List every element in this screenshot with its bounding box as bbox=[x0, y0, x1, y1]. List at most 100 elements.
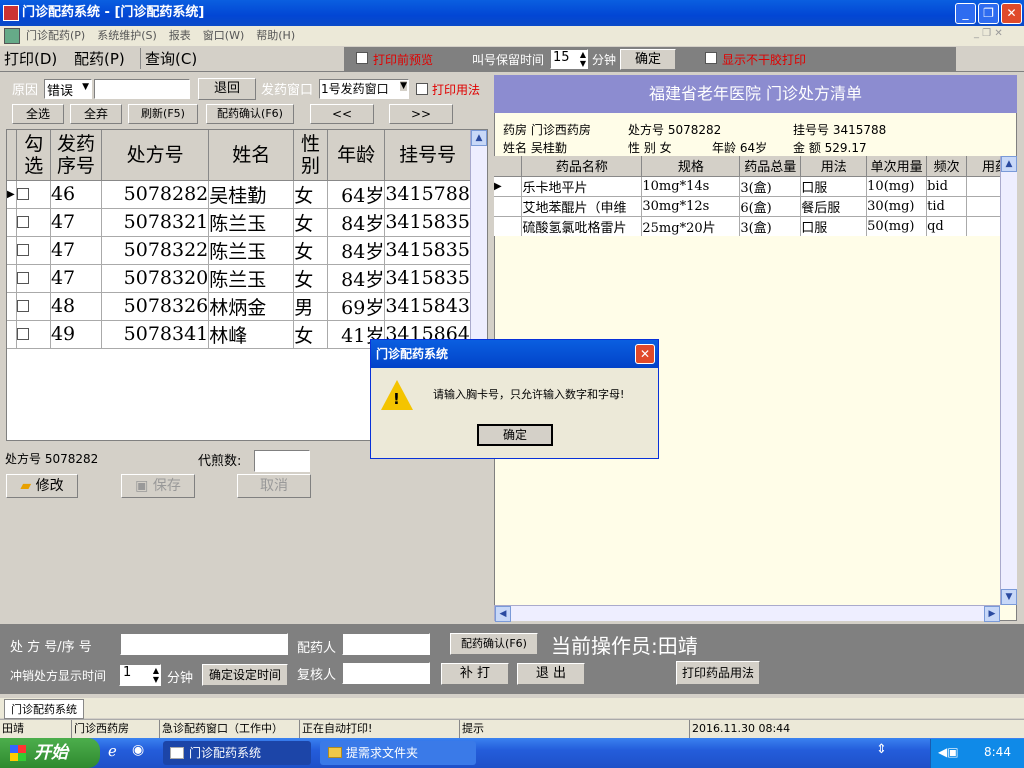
refund-time-value: 1 bbox=[123, 665, 132, 680]
dispense-confirm-button[interactable]: 配药确认(F6) bbox=[206, 104, 294, 124]
column-header: 发药序号 bbox=[50, 130, 103, 181]
dispense-window-select[interactable]: 1号发药窗口 ▼ bbox=[319, 79, 409, 99]
show-label-print-checkbox[interactable] bbox=[705, 52, 717, 64]
restore-icon[interactable]: ❐ bbox=[978, 3, 999, 24]
row-checkbox[interactable] bbox=[17, 216, 30, 228]
scroll-left-icon[interactable]: ◀ bbox=[495, 606, 511, 622]
dialog-close-icon[interactable]: ✕ bbox=[635, 344, 655, 364]
taskbar-item-label: 门诊配药系统 bbox=[189, 746, 262, 760]
reason-input[interactable] bbox=[94, 79, 190, 99]
network-icon[interactable]: ◀▣ bbox=[938, 745, 959, 759]
menu-item[interactable]: 系统维护(S) bbox=[97, 29, 157, 42]
row-checkbox[interactable] bbox=[17, 300, 30, 312]
cell: 10(mg) bbox=[866, 176, 928, 197]
drug-table: 药品名称 规格 药品总量 用法 单次用量 频次 用药 ▶乐卡地平片10mg*14… bbox=[494, 156, 1000, 236]
prev-button[interactable]: << bbox=[310, 104, 374, 124]
panel-hscrollbar[interactable]: ◀ ▶ bbox=[494, 605, 1000, 622]
table-row[interactable]: 48 5078326 林炳金男 69岁 3415843 bbox=[7, 292, 471, 321]
quicklaunch-icon[interactable]: ◉ bbox=[132, 742, 144, 758]
dialog-message: 请输入胸卡号，只允许输入数字和字母! bbox=[433, 388, 625, 401]
cell: 69岁 bbox=[327, 292, 386, 321]
confirm-button[interactable]: 确定 bbox=[620, 49, 676, 70]
table-row[interactable]: 47 5078321 陈兰玉女 84岁 3415835 bbox=[7, 208, 471, 237]
print-preview-checkbox[interactable] bbox=[356, 52, 368, 64]
menu-item[interactable]: 帮助(H) bbox=[256, 29, 295, 42]
menu-item[interactable]: 报表 bbox=[169, 29, 191, 42]
cell: 女 bbox=[293, 320, 328, 349]
status-datetime: 2016.11.30 08:44 bbox=[692, 722, 791, 735]
set-time-button[interactable]: 确定设定时间 bbox=[202, 664, 288, 686]
print-usage-button[interactable]: 打印药品用法 bbox=[676, 661, 760, 685]
row-checkbox[interactable] bbox=[17, 328, 30, 340]
close-icon[interactable]: ✕ bbox=[1001, 3, 1022, 24]
status-user: 田靖 bbox=[0, 720, 72, 738]
panel-vscrollbar[interactable]: ▲ ▼ bbox=[1000, 156, 1017, 605]
pencil-icon: ▰ bbox=[20, 478, 32, 494]
mdi-controls-icon[interactable]: _ ❐ ✕ bbox=[974, 28, 1003, 39]
scroll-up-icon[interactable]: ▲ bbox=[1001, 156, 1017, 172]
cell: 5078282 bbox=[101, 180, 210, 209]
modify-button[interactable]: ▰ 修改 bbox=[6, 474, 78, 498]
cell: 47 bbox=[50, 236, 103, 265]
cell: 口服 bbox=[800, 216, 868, 236]
exit-button[interactable]: 退 出 bbox=[517, 663, 585, 685]
scroll-right-icon[interactable]: ▶ bbox=[984, 606, 1000, 622]
table-row[interactable]: 47 5078322 陈兰玉女 84岁 3415835 bbox=[7, 236, 471, 265]
cell: 3(盒) bbox=[739, 176, 802, 197]
refresh-button[interactable]: 刷新(F5) bbox=[128, 104, 198, 124]
checker-input[interactable] bbox=[342, 662, 430, 684]
tab-dispense[interactable]: 配药(P) bbox=[74, 48, 125, 69]
hold-time-spinner[interactable]: 15 ▲ ▼ bbox=[550, 49, 588, 69]
tab-print[interactable]: 打印(D) bbox=[4, 48, 57, 69]
scroll-up-icon[interactable]: ▲ bbox=[471, 130, 487, 146]
minimize-icon[interactable]: _ bbox=[955, 3, 976, 24]
status-printing: 正在自动打印! bbox=[300, 720, 460, 738]
select-all-button[interactable]: 全选 bbox=[12, 104, 64, 124]
cell: 48 bbox=[50, 292, 103, 321]
tray-expand-icon[interactable]: ⇕ bbox=[876, 742, 887, 757]
chevron-down-icon: ▼ bbox=[400, 81, 407, 91]
dialog-ok-button[interactable]: 确定 bbox=[477, 424, 553, 446]
row-checkbox[interactable] bbox=[17, 244, 30, 256]
column-header: 处方号 bbox=[101, 130, 210, 181]
cell: 47 bbox=[50, 264, 103, 293]
print-preview-label: 打印前预览 bbox=[373, 53, 434, 67]
cell: 吴桂勤 bbox=[208, 180, 295, 209]
table-row[interactable]: ▶ 46 5078282 吴桂勤女 64岁 3415788 bbox=[7, 180, 471, 209]
menu-item[interactable]: 窗口(W) bbox=[203, 29, 244, 42]
table-row[interactable]: 硫酸氢氯吡格雷片 25mg*20片 3(盒) 口服 50(mg) qd bbox=[494, 216, 1000, 236]
table-row[interactable]: 艾地苯醌片（申维 30mg*12s 6(盒) 餐后服 30(mg) tid bbox=[494, 196, 1000, 217]
rx-seq-input[interactable] bbox=[120, 633, 288, 655]
cell: 5078322 bbox=[101, 236, 210, 265]
cell: 46 bbox=[50, 180, 103, 209]
deselect-all-button[interactable]: 全弃 bbox=[70, 104, 122, 124]
scroll-down-icon[interactable]: ▼ bbox=[1001, 589, 1017, 605]
menu-item[interactable]: 门诊配药(P) bbox=[26, 29, 85, 42]
menu-bar: 门诊配药(P) 系统维护(S) 报表 窗口(W) 帮助(H) bbox=[0, 26, 1024, 46]
row-checkbox[interactable] bbox=[17, 188, 30, 200]
table-row[interactable]: 47 5078320 陈兰玉女 84岁 3415835 bbox=[7, 264, 471, 293]
save-button[interactable]: ▣ 保存 bbox=[121, 474, 195, 498]
taskbar-item-app[interactable]: 门诊配药系统 bbox=[163, 741, 311, 765]
row-checkbox[interactable] bbox=[17, 272, 30, 284]
cell: 女 bbox=[293, 208, 328, 237]
print-usage-checkbox[interactable] bbox=[416, 83, 428, 95]
cell: 3415843 bbox=[384, 292, 471, 321]
refund-time-spinner[interactable]: 1 ▲ ▼ bbox=[119, 664, 161, 686]
next-button[interactable]: >> bbox=[389, 104, 453, 124]
table-row[interactable]: ▶ 乐卡地平片 10mg*14s 3(盒) 口服 10(mg) bid bbox=[494, 176, 1000, 197]
taskbar-item-folder[interactable]: 提需求文件夹 bbox=[320, 741, 476, 765]
dispenser-input[interactable] bbox=[342, 633, 430, 655]
reprint-button[interactable]: 补 打 bbox=[441, 663, 509, 685]
dispense-window-value: 1号发药窗口 bbox=[321, 82, 389, 96]
cancel-button[interactable]: 取消 bbox=[237, 474, 311, 498]
browser-icon[interactable]: ℯ bbox=[108, 742, 117, 760]
column-header: 单次用量 bbox=[866, 156, 928, 177]
mdi-tab[interactable]: 门诊配药系统 bbox=[4, 699, 84, 719]
decoct-input[interactable] bbox=[254, 450, 310, 472]
start-label: 开始 bbox=[34, 743, 68, 763]
tab-query[interactable]: 查询(C) bbox=[140, 48, 197, 69]
return-button[interactable]: 退回 bbox=[198, 78, 256, 100]
bottom-confirm-button[interactable]: 配药确认(F6) bbox=[450, 633, 538, 655]
reason-select[interactable]: 错误 ▼ bbox=[44, 79, 92, 99]
